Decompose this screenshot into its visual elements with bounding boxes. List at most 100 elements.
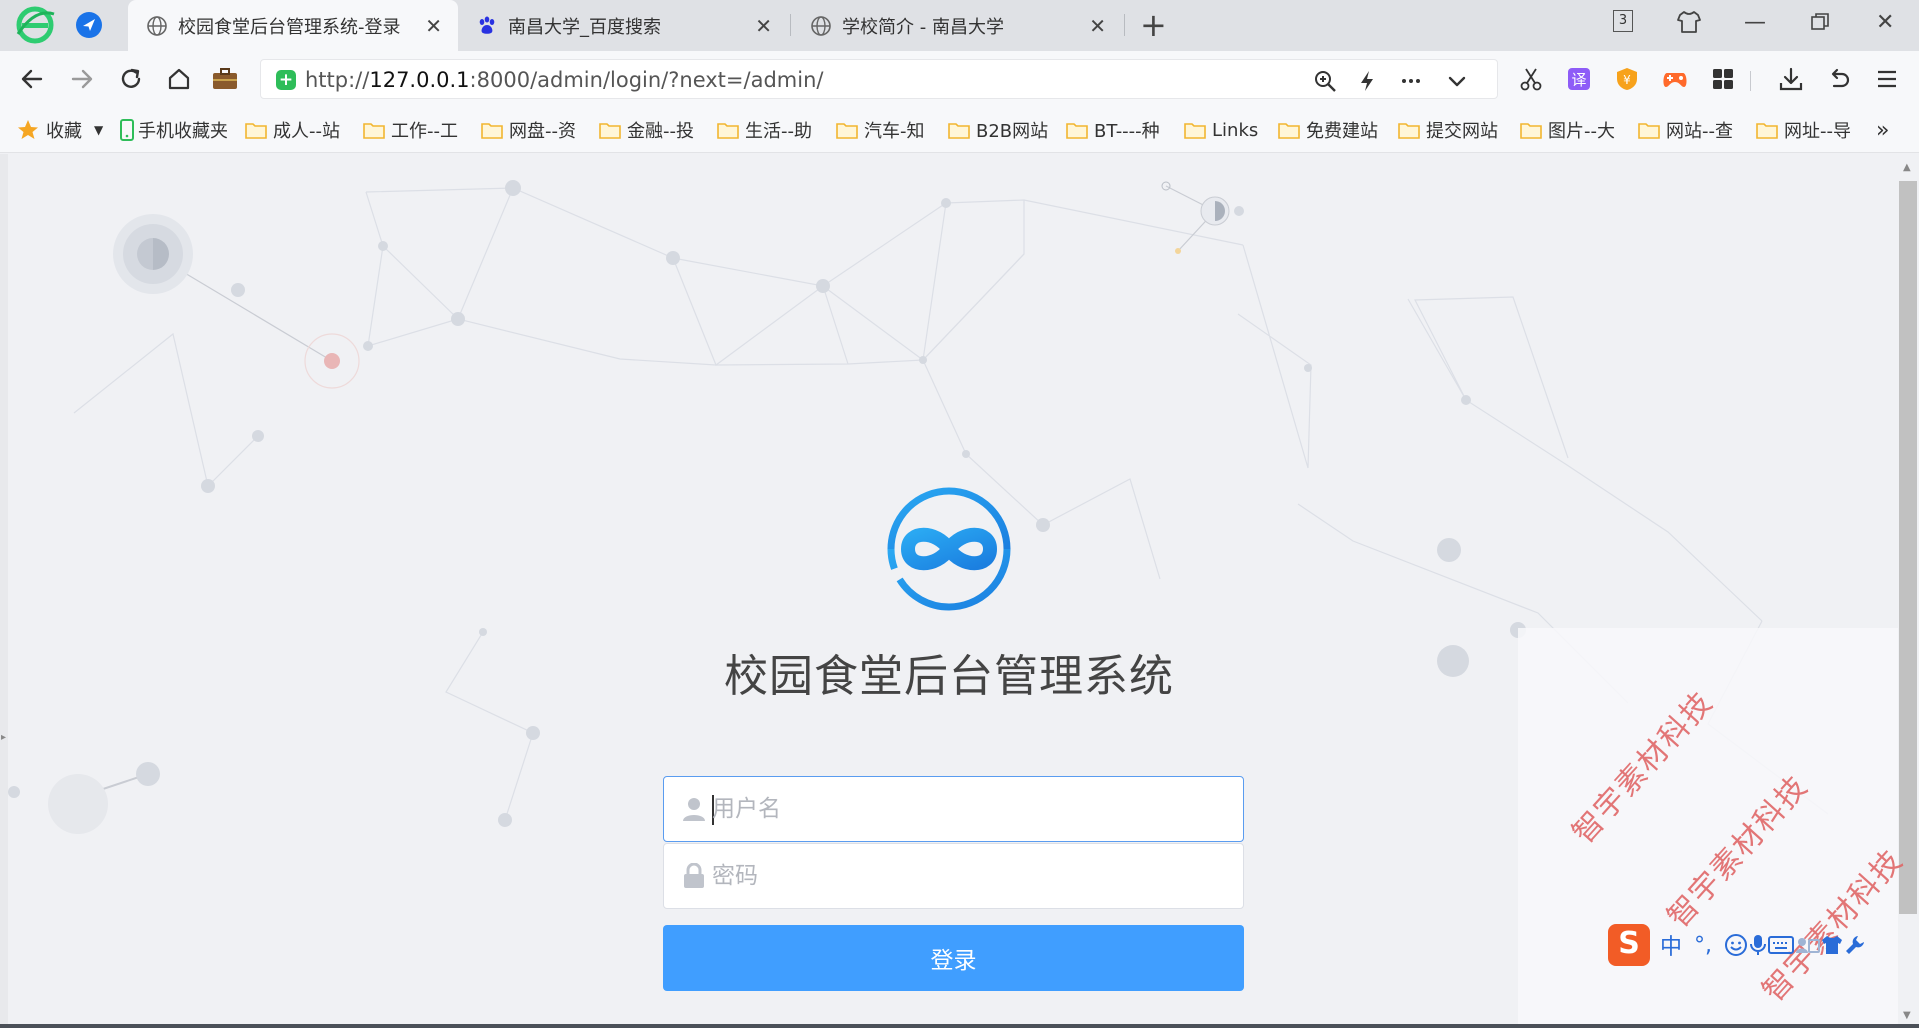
wrench-icon[interactable] bbox=[1844, 934, 1866, 956]
folder-icon bbox=[836, 123, 858, 139]
back-button[interactable] bbox=[13, 60, 51, 98]
bookmark-folder[interactable]: 图片--大 bbox=[1520, 107, 1632, 153]
bookmark-folder[interactable]: 汽车-知 bbox=[836, 107, 936, 153]
bookmark-folder[interactable]: 提交网站 bbox=[1398, 107, 1510, 153]
bookmark-mobile[interactable]: 手机收藏夹 bbox=[120, 107, 238, 153]
browser-logo-icon[interactable] bbox=[14, 4, 56, 46]
bookmarks-more-icon[interactable]: » bbox=[1876, 107, 1889, 153]
download-icon[interactable] bbox=[1775, 63, 1807, 95]
zoom-icon[interactable] bbox=[1313, 69, 1337, 93]
tab-login[interactable]: 校园食堂后台管理系统-登录 ✕ bbox=[128, 0, 458, 51]
tab-title: 学校简介 - 南昌大学 bbox=[842, 16, 1004, 38]
folder-icon bbox=[1520, 123, 1542, 139]
close-window-icon[interactable]: ✕ bbox=[1876, 8, 1894, 38]
close-tab-icon[interactable]: ✕ bbox=[1089, 14, 1106, 38]
tab-baidu[interactable]: 南昌大学_百度搜索 ✕ bbox=[458, 0, 788, 51]
bookmark-label: 图片--大 bbox=[1548, 121, 1615, 142]
user-card-icon[interactable] bbox=[1794, 934, 1821, 956]
toolbox-button[interactable] bbox=[206, 60, 244, 98]
emoji-icon[interactable] bbox=[1724, 933, 1748, 957]
close-tab-icon[interactable]: ✕ bbox=[425, 14, 442, 38]
login-button[interactable]: 登录 bbox=[663, 925, 1244, 991]
tab-counter[interactable]: 3 bbox=[1613, 10, 1633, 32]
globe-icon bbox=[147, 15, 167, 36]
send-icon[interactable] bbox=[76, 12, 102, 38]
bookmark-folder[interactable]: Links bbox=[1184, 107, 1264, 153]
tab-school-intro[interactable]: 学校简介 - 南昌大学 ✕ bbox=[792, 0, 1122, 51]
bookmarks-bar: 收藏 ▼ 手机收藏夹 成人--站 工作--工 网盘--资 金融--投 生活--助 汽车-知… bbox=[0, 107, 1919, 153]
minimize-icon[interactable]: — bbox=[1744, 8, 1766, 38]
bookmark-folder[interactable]: 网盘--资 bbox=[481, 107, 581, 153]
chevron-down-icon[interactable] bbox=[1445, 69, 1469, 93]
folder-icon bbox=[1184, 123, 1206, 139]
url-host: 127.0.0.1 bbox=[369, 68, 470, 92]
bookmark-folder[interactable]: 金融--投 bbox=[599, 107, 699, 153]
bookmark-folder[interactable]: BT----种 bbox=[1066, 107, 1178, 153]
system-logo-icon bbox=[887, 487, 1011, 611]
bookmark-label: 手机收藏夹 bbox=[138, 121, 228, 142]
sogou-ime-icon[interactable]: S bbox=[1608, 924, 1650, 966]
scissors-icon[interactable] bbox=[1515, 63, 1547, 95]
password-field[interactable] bbox=[663, 843, 1244, 909]
restore-icon[interactable] bbox=[1810, 12, 1830, 32]
home-button[interactable] bbox=[160, 60, 198, 98]
url-path: :8000/admin/login/?next=/admin/ bbox=[469, 68, 824, 92]
translate-icon[interactable]: 译 bbox=[1563, 63, 1595, 95]
folder-icon bbox=[1638, 123, 1660, 139]
tab-separator bbox=[1124, 14, 1125, 36]
skin-shirt-icon[interactable] bbox=[1820, 934, 1844, 956]
url-scheme: http:// bbox=[305, 68, 370, 92]
caret-down-icon[interactable]: ▼ bbox=[94, 123, 103, 137]
username-field[interactable] bbox=[663, 776, 1244, 842]
keyboard-icon[interactable] bbox=[1768, 934, 1795, 956]
bookmark-label: 成人--站 bbox=[273, 121, 340, 142]
svg-text:译: 译 bbox=[1571, 71, 1586, 89]
close-tab-icon[interactable]: ✕ bbox=[755, 14, 772, 38]
bookmark-folder[interactable]: 网址--导 bbox=[1756, 107, 1868, 153]
navigation-bar: + http://127.0.0.1:8000/admin/login/?nex… bbox=[0, 51, 1919, 107]
tab-strip: 校园食堂后台管理系统-登录 ✕ 南昌大学_百度搜索 ✕ 学校简介 - 南昌大学 … bbox=[0, 0, 1919, 51]
bookmark-folder[interactable]: 成人--站 bbox=[245, 107, 345, 153]
expand-arrow-icon[interactable]: ▸ bbox=[1, 732, 6, 743]
undo-icon[interactable] bbox=[1823, 63, 1855, 95]
folder-icon bbox=[948, 123, 970, 139]
more-dots-icon[interactable] bbox=[1399, 69, 1423, 93]
scroll-up-icon[interactable]: ▲ bbox=[1903, 162, 1911, 173]
microphone-icon[interactable] bbox=[1748, 933, 1768, 957]
username-input[interactable] bbox=[712, 778, 1232, 840]
wallet-shield-icon[interactable]: ¥ bbox=[1611, 63, 1643, 95]
ime-toolbar[interactable]: S 中 °, bbox=[1608, 924, 1866, 966]
new-tab-button[interactable]: + bbox=[1140, 8, 1167, 42]
lightning-icon[interactable] bbox=[1355, 69, 1379, 93]
ime-mode[interactable]: 中 bbox=[1660, 929, 1682, 961]
bookmark-folder[interactable]: 网站--查 bbox=[1638, 107, 1750, 153]
secure-shield-icon[interactable]: + bbox=[276, 70, 296, 90]
left-edge: ▸ bbox=[0, 154, 8, 1028]
bookmark-favorites[interactable]: 收藏 ▼ bbox=[16, 107, 120, 153]
bookmark-label: B2B网站 bbox=[976, 121, 1049, 142]
vertical-scrollbar[interactable]: ▲ ▼ bbox=[1897, 154, 1919, 1028]
reload-button[interactable] bbox=[112, 60, 150, 98]
scroll-down-icon[interactable]: ▼ bbox=[1903, 1010, 1911, 1021]
skin-shirt-icon[interactable] bbox=[1676, 9, 1702, 35]
gamepad-icon[interactable] bbox=[1659, 63, 1691, 95]
apps-grid-icon[interactable] bbox=[1707, 63, 1739, 95]
bookmark-folder[interactable]: 免费建站 bbox=[1278, 107, 1390, 153]
reload-icon bbox=[121, 68, 141, 88]
forward-button[interactable] bbox=[63, 60, 101, 98]
scroll-thumb[interactable] bbox=[1899, 181, 1917, 914]
star-icon bbox=[18, 120, 38, 139]
bookmark-folder[interactable]: 工作--工 bbox=[363, 107, 463, 153]
address-bar[interactable]: + http://127.0.0.1:8000/admin/login/?nex… bbox=[260, 59, 1498, 99]
folder-icon bbox=[1066, 123, 1088, 139]
bookmark-folder[interactable]: B2B网站 bbox=[948, 107, 1060, 153]
menu-icon[interactable] bbox=[1871, 63, 1903, 95]
ime-punct[interactable]: °, bbox=[1694, 933, 1712, 958]
password-input[interactable] bbox=[712, 845, 1232, 907]
bookmark-label: BT----种 bbox=[1094, 121, 1160, 142]
page-title: 校园食堂后台管理系统 bbox=[724, 651, 1174, 702]
bookmark-folder[interactable]: 生活--助 bbox=[717, 107, 817, 153]
url-text[interactable]: http://127.0.0.1:8000/admin/login/?next=… bbox=[305, 60, 823, 100]
bookmark-label: 网盘--资 bbox=[509, 121, 576, 142]
folder-icon bbox=[717, 123, 739, 139]
